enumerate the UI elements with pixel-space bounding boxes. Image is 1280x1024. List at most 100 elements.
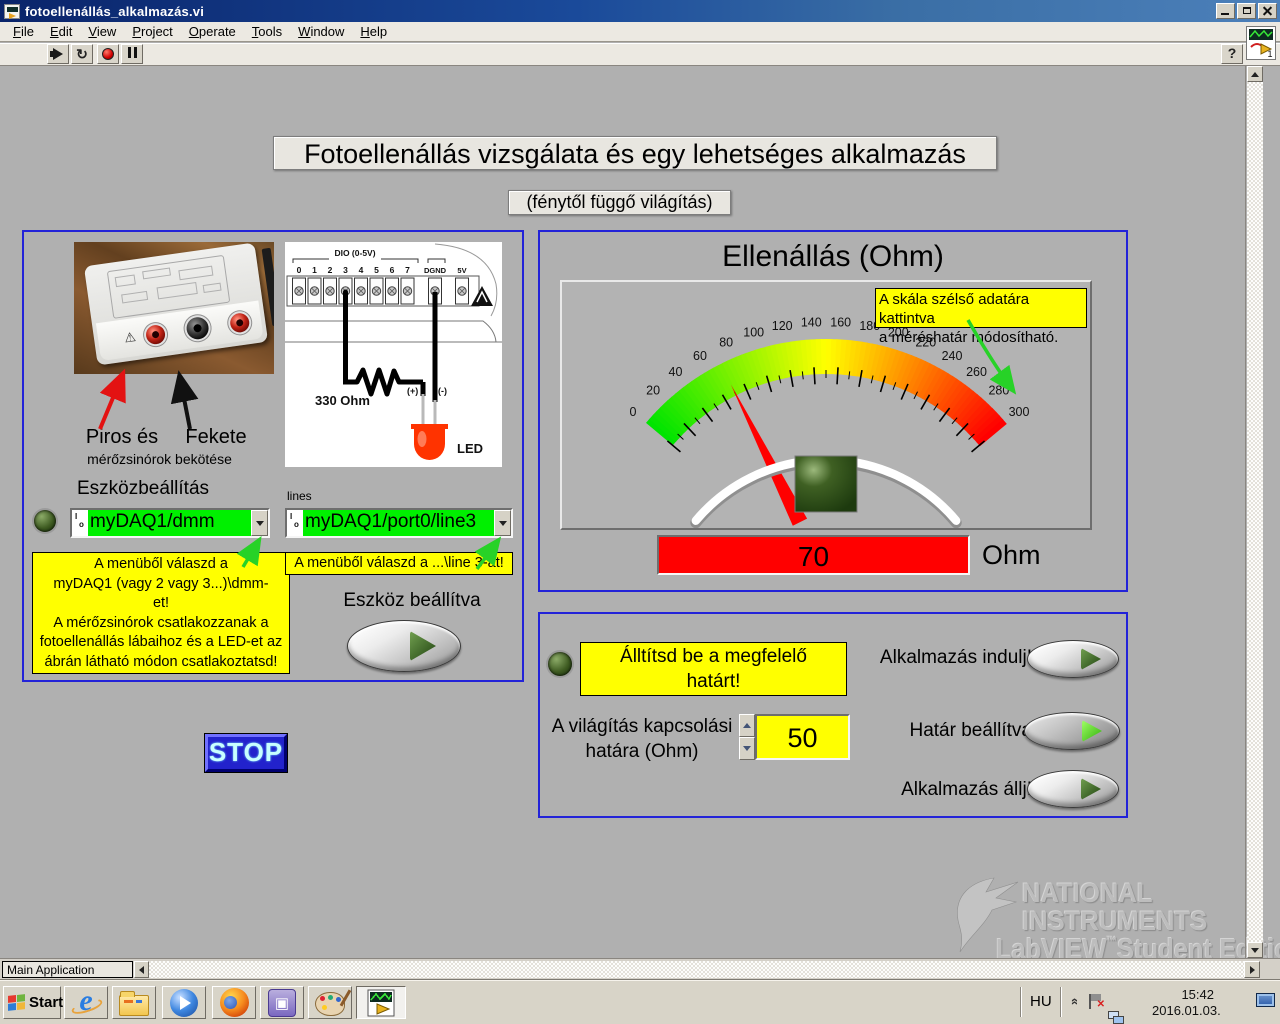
- tray-expand-chevron-icon[interactable]: [1070, 993, 1077, 1011]
- resistance-panel: Ellenállás (Ohm) 02040608010012014016018…: [538, 230, 1128, 592]
- menu-tools[interactable]: Tools: [245, 23, 289, 40]
- arrow-down-icon: [1251, 948, 1259, 953]
- svg-text:3: 3: [343, 265, 348, 275]
- spinner-up-button[interactable]: [739, 714, 755, 737]
- resistance-display: 70: [657, 535, 970, 575]
- dmm-device-selector[interactable]: Io myDAQ1/dmm: [70, 508, 270, 538]
- abort-icon: [102, 48, 114, 60]
- dmm-selector-dropdown-button[interactable]: [251, 510, 268, 536]
- threshold-spinner: [739, 714, 755, 760]
- horizontal-scrollbar-track[interactable]: [149, 961, 1244, 978]
- menu-file[interactable]: File: [6, 23, 41, 40]
- start-button[interactable]: Start: [3, 986, 61, 1019]
- gauge-tick-label: 280: [988, 384, 1009, 398]
- spinner-down-button[interactable]: [739, 737, 755, 760]
- app-stop-button[interactable]: [1027, 770, 1119, 808]
- taskbar-item-file-explorer[interactable]: [112, 986, 156, 1019]
- ni-brand-line1: NATIONAL: [1022, 878, 1153, 909]
- line-selector[interactable]: Io myDAQ1/port0/line3: [285, 508, 513, 538]
- svg-text:1: 1: [1267, 49, 1272, 59]
- svg-text:(-): (-): [438, 386, 447, 396]
- arrow-left-icon: [139, 966, 144, 974]
- menu-view[interactable]: View: [81, 23, 123, 40]
- scrollbar-corner: [1261, 961, 1280, 979]
- gauge-tick-label: 260: [966, 365, 987, 379]
- start-label: Start: [29, 994, 63, 1011]
- picture-manager-icon: ▣: [268, 989, 296, 1017]
- arrow-right-icon: [1250, 966, 1255, 974]
- line-tooltip: A menüből válaszd a ...\line 3-at!: [285, 552, 513, 575]
- line-selector-value[interactable]: myDAQ1/port0/line3: [303, 510, 494, 536]
- menu-window[interactable]: Window: [291, 23, 351, 40]
- red-jack-left: [144, 323, 165, 344]
- line-selector-dropdown-button[interactable]: [494, 510, 511, 536]
- title-bar[interactable]: fotoellenállás_alkalmazás.vi: [0, 0, 1280, 22]
- run-button[interactable]: [47, 44, 69, 64]
- device-section-label: Eszközbeállítás: [77, 478, 209, 500]
- close-button[interactable]: [1258, 3, 1277, 19]
- svg-text:2: 2: [328, 265, 333, 275]
- lines-label: lines: [287, 489, 312, 503]
- restore-button[interactable]: [1237, 3, 1256, 19]
- menu-help[interactable]: Help: [353, 23, 394, 40]
- menu-project[interactable]: Project: [125, 23, 179, 40]
- taskbar-item-media-player[interactable]: [162, 986, 206, 1019]
- scroll-left-button[interactable]: [134, 961, 149, 978]
- minimize-button[interactable]: [1216, 3, 1235, 19]
- taskbar-item-paint[interactable]: [308, 986, 352, 1019]
- red-jack-right: [229, 312, 250, 333]
- gauge-tick-label: 100: [743, 326, 764, 340]
- taskbar-item-internet-explorer[interactable]: e: [64, 986, 108, 1019]
- ni-watermark: NATIONAL INSTRUMENTS LabVIEW™Student Edi…: [952, 872, 1262, 964]
- network-icon[interactable]: [1108, 1011, 1126, 1024]
- menu-operate[interactable]: Operate: [182, 23, 243, 40]
- taskbar-item-labview[interactable]: [356, 986, 406, 1019]
- limit-set-button[interactable]: [1024, 712, 1120, 750]
- scroll-down-button[interactable]: [1247, 942, 1263, 958]
- vertical-scrollbar[interactable]: [1245, 66, 1262, 958]
- taskbar-item-picture-manager[interactable]: ▣: [260, 986, 304, 1019]
- menu-edit[interactable]: Edit: [43, 23, 79, 40]
- arrow-up-icon: [1251, 72, 1259, 77]
- svg-text:LED: LED: [457, 441, 483, 456]
- run-icon: [53, 48, 63, 60]
- dmm-selector-value[interactable]: myDAQ1/dmm: [88, 510, 251, 536]
- abort-button[interactable]: [97, 44, 119, 64]
- svg-text:0: 0: [297, 265, 302, 275]
- svg-text:DIO (0-5V): DIO (0-5V): [334, 248, 375, 258]
- wiring-diagram: DIO (0-5V) 01234567DGND5V 330 Ohm (+) (-…: [285, 242, 502, 467]
- gauge-tick-label: 0: [630, 405, 637, 419]
- threshold-value-input[interactable]: 50: [755, 714, 850, 760]
- scroll-right-button[interactable]: [1244, 961, 1260, 978]
- app-stop-label: Alkalmazás állj!: [872, 779, 1032, 801]
- tray-clock[interactable]: 15:42 2016.01.03.: [1152, 987, 1214, 1019]
- context-help-button[interactable]: ?: [1221, 44, 1243, 64]
- svg-text:DGND: DGND: [424, 266, 447, 275]
- gauge-box[interactable]: 0204060801001201401601802002202402602803…: [560, 280, 1092, 530]
- pause-button[interactable]: [121, 44, 143, 64]
- warning-triangle-icon: ⚠: [123, 329, 137, 346]
- vi-icon-pane[interactable]: 1: [1246, 26, 1276, 60]
- gauge-title: Ellenállás (Ohm): [540, 240, 1126, 274]
- gauge-tick-label: 40: [669, 365, 683, 379]
- limit-led-indicator: [548, 652, 572, 676]
- language-indicator[interactable]: HU: [1030, 993, 1052, 1010]
- stop-button[interactable]: STOP: [205, 734, 287, 772]
- gauge-tick-label: 120: [772, 319, 793, 333]
- svg-text:7: 7: [405, 265, 410, 275]
- green-arrow-icon: [1081, 778, 1101, 800]
- app-instance-label: Main Application Instance: [2, 961, 133, 978]
- scrollbar-track[interactable]: [1247, 66, 1263, 958]
- green-arrow-icon: [1081, 648, 1101, 670]
- security-alert-icon[interactable]: ✕: [1088, 993, 1103, 1010]
- scroll-up-button[interactable]: [1247, 66, 1263, 82]
- device-set-button[interactable]: [347, 620, 461, 672]
- status-row: Main Application Instance: [0, 958, 1280, 980]
- device-set-label: Eszköz beállítva: [312, 590, 512, 612]
- run-continuous-button[interactable]: ↻: [71, 44, 93, 64]
- setup-panel: ⚠ Piros és Fekete mérőzsinórok bekötése …: [22, 230, 524, 682]
- paint-palette-icon: [315, 992, 345, 1016]
- app-start-button[interactable]: [1027, 640, 1119, 678]
- taskbar-item-firefox[interactable]: [212, 986, 256, 1019]
- show-desktop-icon[interactable]: [1256, 993, 1275, 1007]
